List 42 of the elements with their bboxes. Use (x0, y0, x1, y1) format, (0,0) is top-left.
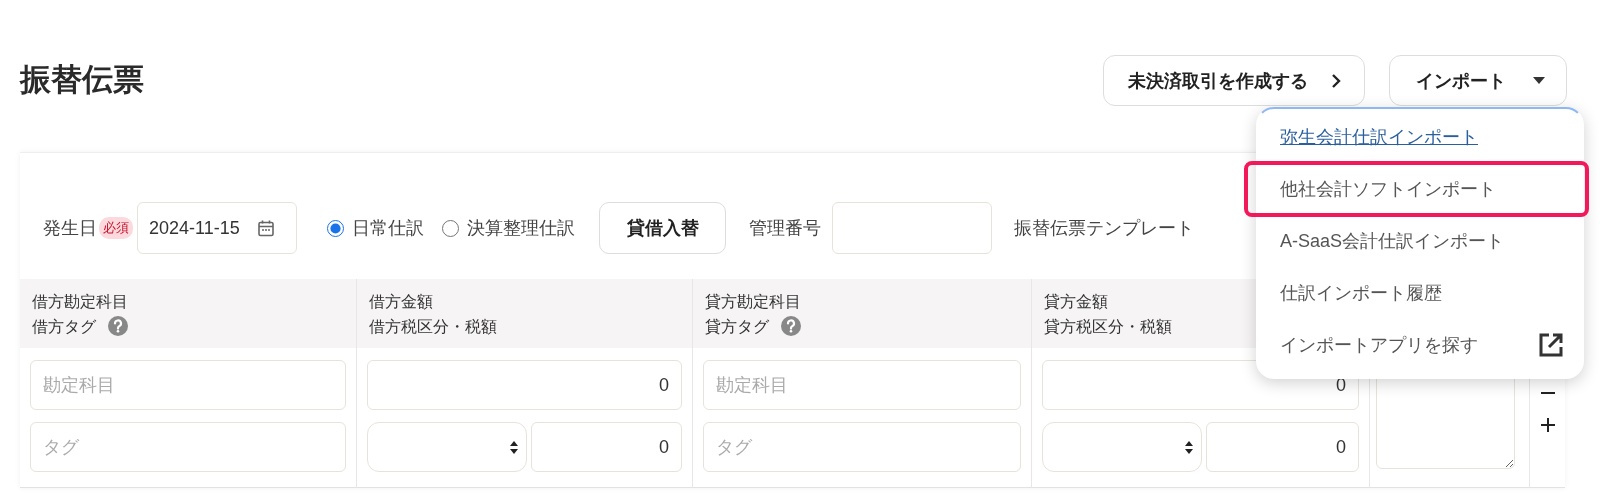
chevron-right-icon (1330, 72, 1342, 89)
plus-icon[interactable] (1540, 418, 1555, 432)
column-title: 貸方勘定科目 (705, 291, 801, 312)
tag-field[interactable]: タグ (30, 422, 346, 472)
calendar-icon (257, 219, 274, 237)
column-subtitle: 貸方税区分・税額 (1044, 316, 1172, 337)
amount-field[interactable]: 0 (367, 360, 682, 410)
column-title: 借方勘定科目 (32, 291, 128, 312)
account-field[interactable]: 勘定科目 (703, 360, 1021, 410)
tag-field[interactable]: タグ (703, 422, 1021, 472)
radio-button[interactable] (442, 219, 459, 237)
column-title: 貸方金額 (1044, 291, 1108, 312)
radio-label: 日常仕訳 (352, 217, 424, 240)
help-icon[interactable] (781, 316, 801, 336)
help-icon[interactable] (108, 316, 128, 336)
page-title: 振替伝票 (20, 60, 144, 99)
date-field[interactable]: 2024-11-15 (137, 202, 297, 254)
date-label: 発生日 (43, 217, 97, 240)
sort-arrows-icon (510, 440, 518, 454)
menu-item[interactable]: 他社会計ソフトインポート (1246, 163, 1587, 215)
sort-arrows-icon (1185, 440, 1193, 454)
management-number-field[interactable] (832, 202, 992, 254)
management-number-label: 管理番号 (749, 217, 821, 240)
menu-item[interactable]: 仕訳インポート履歴 (1258, 267, 1582, 319)
menu-item[interactable]: A-SaaS会計仕訳インポート (1258, 215, 1582, 267)
tax-amount-field[interactable]: 0 (531, 422, 682, 472)
caret-down-icon (1532, 76, 1546, 85)
template-label: 振替伝票テンプレート (1014, 217, 1194, 240)
column-subtitle: 貸方タグ (705, 316, 769, 337)
tax-amount-field[interactable]: 0 (1206, 422, 1359, 472)
external-link-icon (1538, 332, 1564, 358)
account-field[interactable]: 勘定科目 (30, 360, 346, 410)
radio-button[interactable] (327, 219, 344, 237)
radio-label: 決算整理仕訳 (467, 217, 575, 240)
create-transaction-button[interactable]: 未決済取引を作成する (1103, 55, 1365, 106)
required-badge: 必須 (99, 217, 133, 239)
menu-link[interactable]: 弥生会計仕訳インポート (1280, 125, 1478, 149)
column-title: 借方金額 (369, 291, 433, 312)
swap-button[interactable]: 貸借入替 (599, 202, 726, 254)
column-subtitle: 借方タグ (32, 316, 96, 337)
import-button[interactable]: インポート (1389, 55, 1567, 106)
column-subtitle: 借方税区分・税額 (369, 316, 497, 337)
